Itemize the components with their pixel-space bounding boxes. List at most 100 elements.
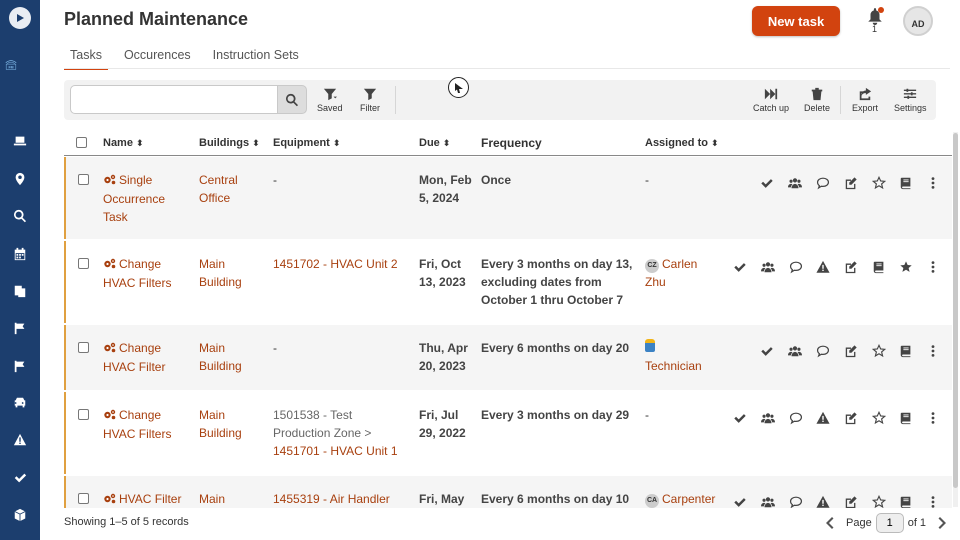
equipment-link[interactable]: 1455319 - Air Handler — [273, 490, 413, 508]
comment-icon[interactable] — [815, 175, 831, 191]
team-icon[interactable] — [760, 259, 776, 275]
notifications-button[interactable]: 1 — [866, 7, 886, 35]
book-icon[interactable] — [898, 343, 914, 359]
select-all-checkbox[interactable] — [76, 137, 87, 148]
comment-icon[interactable] — [815, 343, 831, 359]
equipment-link[interactable]: 1451702 - HVAC Unit 2 — [273, 255, 413, 273]
equipment-link[interactable]: 1451701 - HVAC Unit 1 — [273, 442, 413, 460]
page-label: Page — [846, 517, 872, 529]
checkmark-nav-icon[interactable] — [0, 464, 40, 492]
location-pin-icon[interactable] — [0, 165, 40, 193]
building-link[interactable]: Main Building — [199, 406, 271, 442]
row-checkbox[interactable] — [78, 493, 89, 504]
flag-icon[interactable] — [0, 352, 40, 380]
column-equipment[interactable]: Equipment ⬍ — [273, 137, 340, 149]
delete-label: Delete — [804, 103, 831, 113]
complete-check-icon[interactable] — [759, 343, 775, 359]
user-avatar[interactable]: AD — [903, 6, 933, 36]
page-number-input[interactable] — [875, 513, 904, 533]
complete-check-icon[interactable] — [732, 410, 748, 426]
task-name-link[interactable]: Change HVAC Filters — [103, 255, 195, 292]
row-checkbox[interactable] — [78, 409, 89, 420]
delete-button[interactable]: Delete — [804, 87, 830, 113]
new-task-button[interactable]: New task — [752, 6, 840, 36]
edit-icon[interactable] — [843, 343, 859, 359]
more-options-icon[interactable] — [925, 259, 941, 275]
search-nav-icon[interactable] — [0, 202, 40, 230]
warning-icon[interactable] — [815, 259, 831, 275]
sort-icon: ⬍ — [442, 137, 451, 148]
search-input[interactable] — [70, 85, 278, 114]
edit-icon[interactable] — [843, 410, 859, 426]
comment-icon[interactable] — [788, 259, 804, 275]
team-icon[interactable] — [760, 410, 776, 426]
task-name-line: Change — [103, 339, 195, 358]
row-checkbox[interactable] — [78, 174, 89, 185]
row-checkbox[interactable] — [78, 258, 89, 269]
column-assigned[interactable]: Assigned to ⬍ — [645, 137, 719, 149]
edit-icon[interactable] — [843, 259, 859, 275]
catch-up-button[interactable]: Catch up — [753, 87, 789, 113]
star-filled-icon[interactable] — [898, 259, 914, 275]
export-button[interactable]: Export — [852, 87, 878, 113]
fast-forward-icon — [764, 88, 778, 100]
column-name[interactable]: Name ⬍ — [103, 137, 144, 149]
more-options-icon[interactable] — [925, 175, 941, 191]
building-link[interactable]: Central Office — [199, 171, 271, 207]
warning-icon[interactable] — [815, 410, 831, 426]
complete-check-icon[interactable] — [732, 259, 748, 275]
complete-check-icon[interactable] — [759, 175, 775, 191]
table-row[interactable]: Change HVAC Filters Main Building 1501538 - … — [64, 392, 952, 474]
star-icon[interactable] — [871, 343, 887, 359]
assigned-cell[interactable]: CA Carpenter — [645, 490, 725, 508]
notification-dot — [878, 7, 884, 13]
comment-icon[interactable] — [788, 410, 804, 426]
building-link[interactable]: Main — [199, 490, 271, 508]
more-options-icon[interactable] — [925, 410, 941, 426]
flag-check-icon[interactable] — [0, 314, 40, 342]
table-row[interactable]: Change HVAC Filters Main Building 1451702 - … — [64, 241, 952, 323]
chevron-left-icon[interactable] — [824, 516, 838, 530]
chevron-right-icon[interactable] — [934, 516, 948, 530]
task-name-link[interactable]: HVAC Filter — [103, 490, 195, 509]
book-icon[interactable] — [898, 410, 914, 426]
row-checkbox[interactable] — [78, 342, 89, 353]
building-link[interactable]: Main Building — [199, 255, 271, 291]
star-icon[interactable] — [871, 410, 887, 426]
expand-nav-icon[interactable] — [9, 7, 31, 29]
tab-occurences[interactable]: Occurences — [118, 48, 197, 70]
team-icon[interactable] — [787, 343, 803, 359]
scrollbar-thumb[interactable] — [953, 133, 958, 488]
book-icon[interactable] — [871, 259, 887, 275]
task-name-link[interactable]: Change HVAC Filters — [103, 406, 195, 443]
search-button[interactable] — [277, 85, 307, 114]
team-icon[interactable] — [787, 175, 803, 191]
warning-nav-icon[interactable] — [0, 426, 40, 454]
column-due[interactable]: Due ⬍ — [419, 137, 450, 149]
building-link[interactable]: Main Building — [199, 339, 271, 375]
settings-button[interactable]: Settings — [894, 87, 927, 113]
laptop-icon[interactable] — [0, 127, 40, 155]
table-row[interactable]: Change HVAC Filter Main Building - Thu, Apr 20… — [64, 325, 952, 390]
filter-button[interactable]: Filter — [360, 87, 380, 113]
assigned-cell[interactable]: Technician — [645, 339, 725, 375]
cube-icon[interactable] — [0, 501, 40, 529]
cell-line: 1451701 - HVAC Unit 1 — [273, 444, 398, 458]
vehicle-icon[interactable] — [0, 389, 40, 417]
book-icon[interactable] — [898, 175, 914, 191]
documents-icon[interactable] — [0, 277, 40, 305]
task-name-line: HVAC Filters — [103, 274, 195, 292]
more-options-icon[interactable] — [925, 343, 941, 359]
task-name-link[interactable]: Single Occurrence Task — [103, 171, 195, 226]
saved-filters-button[interactable]: Saved — [317, 87, 343, 113]
calendar-icon[interactable] — [0, 240, 40, 268]
column-buildings[interactable]: Buildings ⬍ — [199, 137, 260, 149]
column-buildings-label: Buildings — [199, 137, 250, 149]
tab-tasks[interactable]: Tasks — [64, 48, 108, 70]
assigned-cell[interactable]: CZ Carlen Zhu — [645, 255, 725, 291]
star-icon[interactable] — [871, 175, 887, 191]
edit-icon[interactable] — [843, 175, 859, 191]
task-name-link[interactable]: Change HVAC Filter — [103, 339, 195, 376]
table-row[interactable]: Single Occurrence Task Central Office - Mon, F… — [64, 157, 952, 239]
tab-instruction-sets[interactable]: Instruction Sets — [207, 48, 305, 70]
